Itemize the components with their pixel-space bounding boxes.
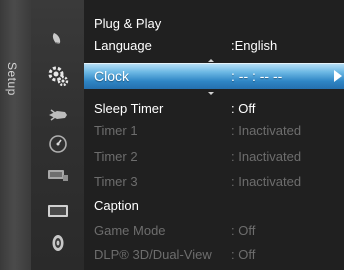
menu-item-caption[interactable]: Caption xyxy=(84,195,344,218)
menu-item-value: : Off xyxy=(231,223,256,238)
menu-item-plug-and-play[interactable]: Plug & Play xyxy=(84,13,344,36)
side-tab-label: Setup xyxy=(5,62,19,96)
menu-item-value: : Inactivated xyxy=(231,123,302,138)
menu-item-value: : Inactivated xyxy=(231,149,302,164)
sound-icon[interactable] xyxy=(31,230,84,256)
menu-item-value: : Off xyxy=(231,101,256,116)
support-icon[interactable] xyxy=(31,162,84,188)
menu-item-label: Plug & Play xyxy=(94,16,162,31)
menu-item-label: Caption xyxy=(94,198,139,213)
menu-item-label: Clock xyxy=(94,68,130,84)
application-icon[interactable] xyxy=(31,131,84,157)
arrow-right-icon xyxy=(334,70,342,82)
menu-item-3d-dual-view: DLP® 3D/Dual-View : Off xyxy=(84,244,344,267)
menu-item-timer-3: Timer 3 : Inactivated xyxy=(84,171,344,194)
scroll-down-icon xyxy=(208,92,214,95)
menu-item-label: DLP® 3D/Dual-View xyxy=(94,247,212,262)
picture-icon[interactable] xyxy=(31,25,84,51)
menu-item-label: Timer 2 xyxy=(94,149,138,164)
input-icon[interactable] xyxy=(31,102,84,128)
menu-item-language[interactable]: Language :English xyxy=(84,35,344,58)
menu-item-clock[interactable]: Clock : -- : -- -- xyxy=(84,63,344,89)
menu-item-sleep-timer[interactable]: Sleep Timer : Off xyxy=(84,98,344,121)
setup-gear-icon[interactable] xyxy=(31,63,84,89)
setup-menu: Plug & Play Language :English Clock : --… xyxy=(84,0,344,270)
menu-item-label: Sleep Timer xyxy=(94,101,164,116)
menu-item-value: : -- : -- -- xyxy=(231,68,283,84)
tv-setup-screen: Setup Plug & Play Language:English Cloc… xyxy=(0,0,344,270)
menu-item-value: : Inactivated xyxy=(231,174,302,189)
menu-item-label: Timer 1 xyxy=(94,123,138,138)
menu-item-value: : Off xyxy=(231,247,256,262)
menu-item-label: Game Mode xyxy=(94,223,166,238)
setup-side-tab: Setup xyxy=(0,0,31,270)
scroll-up-icon xyxy=(208,59,214,62)
menu-item-timer-2: Timer 2 : Inactivated xyxy=(84,146,344,169)
menu-item-label: Timer 3 xyxy=(94,174,138,189)
menu-item-label: Language xyxy=(94,38,152,53)
menu-item-timer-1: Timer 1 : Inactivated xyxy=(84,120,344,143)
menu-item-value: :English xyxy=(231,38,278,53)
display-icon[interactable] xyxy=(31,198,84,224)
category-icon-column xyxy=(31,0,84,270)
menu-item-game-mode: Game Mode : Off xyxy=(84,220,344,243)
